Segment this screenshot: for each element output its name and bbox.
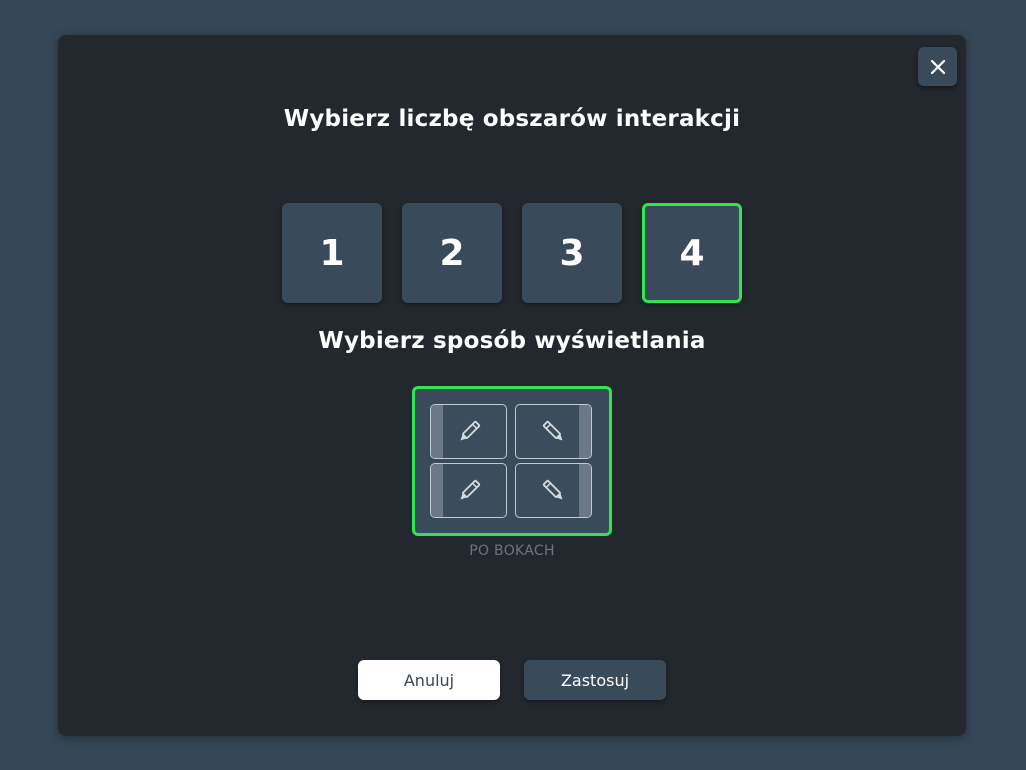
cancel-button[interactable]: Anuluj	[358, 660, 500, 700]
count-option-4[interactable]: 4	[642, 203, 742, 303]
pencil-icon	[542, 479, 562, 499]
side-bar	[431, 405, 443, 458]
side-bar	[431, 464, 443, 517]
apply-button[interactable]: Zastosuj	[524, 660, 666, 700]
pencil-icon	[460, 479, 480, 499]
pencil-icon	[542, 420, 562, 440]
display-title: Wybierz sposób wyświetlania	[318, 328, 706, 354]
close-icon	[930, 59, 945, 74]
area-preview-1	[430, 404, 507, 459]
count-title: Wybierz liczbę obszarów interakcji	[283, 106, 741, 132]
count-option-1[interactable]: 1	[282, 203, 382, 303]
area-preview-2	[515, 404, 592, 459]
close-button[interactable]	[918, 47, 957, 86]
area-preview-3	[430, 463, 507, 518]
count-option-2[interactable]: 2	[402, 203, 502, 303]
area-preview-4	[515, 463, 592, 518]
side-bar	[579, 464, 591, 517]
count-options: 1 2 3 4	[282, 203, 742, 303]
count-option-3[interactable]: 3	[522, 203, 622, 303]
pencil-icon	[460, 420, 480, 440]
display-option-label: PO BOKACH	[469, 543, 555, 559]
dialog: Wybierz liczbę obszarów interakcji 1 2 3…	[58, 35, 966, 736]
display-option-sides[interactable]	[412, 386, 612, 536]
side-bar	[579, 405, 591, 458]
